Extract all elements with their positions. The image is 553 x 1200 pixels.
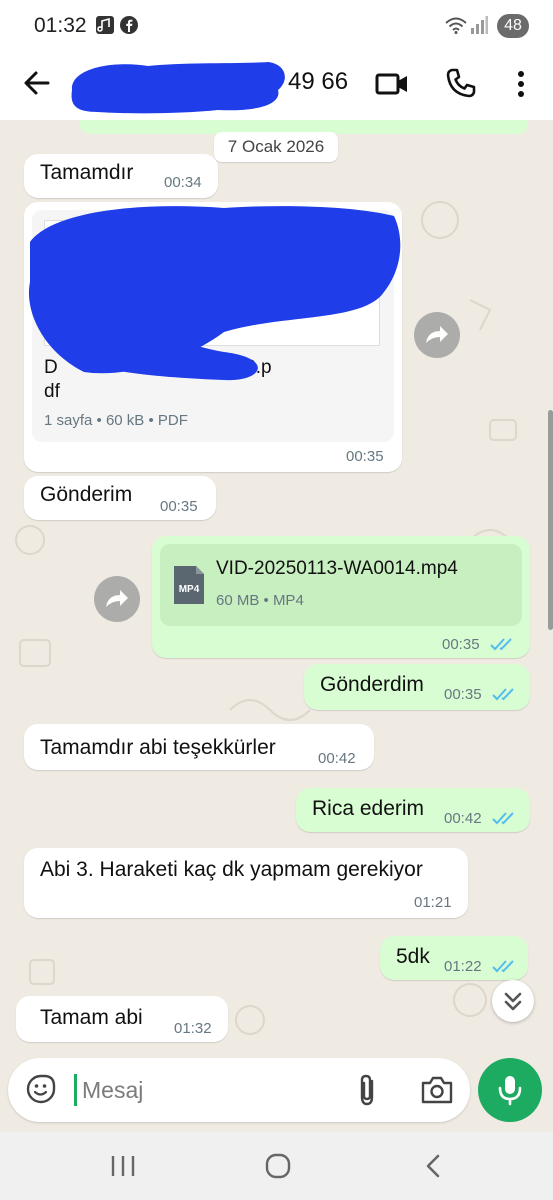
message-time: 00:35 xyxy=(346,448,384,465)
system-back-icon[interactable] xyxy=(420,1152,448,1180)
text-cursor xyxy=(74,1074,77,1106)
facebook-notification-icon xyxy=(120,16,138,34)
message-bubble-incoming[interactable]: Abi 3. Haraketi kaç dk yapmam gerekiyor … xyxy=(24,848,468,918)
chat-header: 49 66 xyxy=(0,52,553,120)
redaction-scribble xyxy=(28,206,401,381)
date-separator: 7 Ocak 2026 xyxy=(214,132,338,162)
document-message-bubble[interactable]: D8493828.p df 1 sayfa • 60 kB • PDF 00:3… xyxy=(24,202,402,472)
message-bubble-incoming[interactable]: Tamamdır 00:34 xyxy=(24,154,218,198)
message-text: Tamamdır xyxy=(40,161,134,184)
message-time: 00:42 xyxy=(444,810,482,827)
attachment-paperclip-icon[interactable] xyxy=(352,1072,382,1108)
back-arrow-icon[interactable] xyxy=(20,66,54,100)
contact-number[interactable]: 49 66 xyxy=(288,68,348,96)
document-meta: 1 sayfa • 60 kB • PDF xyxy=(44,412,188,429)
file-message-bubble[interactable]: MP4 VID-20250113-WA0014.mp4 60 MB • MP4 … xyxy=(152,536,530,658)
microphone-icon xyxy=(498,1076,522,1106)
read-ticks-icon xyxy=(492,688,514,701)
file-name: VID-20250113-WA0014.mp4 xyxy=(216,558,458,579)
message-text: Gönderim xyxy=(40,483,133,506)
message-text: Rica ederim xyxy=(312,797,425,820)
message-time: 00:35 xyxy=(444,686,482,703)
scrollbar-thumb[interactable] xyxy=(548,410,553,630)
wifi-icon xyxy=(445,17,467,34)
music-notification-icon xyxy=(96,16,114,34)
document-name-line2: df xyxy=(44,381,60,402)
message-time: 00:35 xyxy=(160,498,198,515)
forward-icon xyxy=(106,590,128,607)
message-bubble-incoming[interactable]: Tamam abi 01:32 xyxy=(16,996,228,1042)
message-text: Tamamdır abi teşekkürler xyxy=(40,736,276,759)
video-file-icon: MP4 xyxy=(174,566,204,604)
video-call-icon[interactable] xyxy=(374,66,410,102)
recent-apps-icon[interactable] xyxy=(108,1154,138,1178)
sticker-icon[interactable] xyxy=(26,1074,56,1104)
message-time: 01:22 xyxy=(444,958,482,975)
message-input[interactable] xyxy=(82,1070,332,1110)
forward-button[interactable] xyxy=(94,576,140,622)
read-ticks-icon xyxy=(490,638,512,651)
forward-icon xyxy=(426,326,448,343)
read-ticks-icon xyxy=(492,960,514,973)
message-time: 01:32 xyxy=(174,1020,212,1037)
message-text: 5dk xyxy=(396,945,430,968)
system-navigation-bar xyxy=(0,1132,553,1200)
double-chevron-down-icon xyxy=(504,992,522,1011)
message-text: Gönderdim xyxy=(320,673,424,696)
message-time: 01:21 xyxy=(414,894,452,911)
voice-message-button[interactable] xyxy=(478,1058,542,1122)
message-composer xyxy=(8,1058,470,1122)
message-bubble-outgoing[interactable]: Gönderdim 00:35 xyxy=(304,664,530,710)
more-options-icon[interactable] xyxy=(508,66,534,102)
home-icon[interactable] xyxy=(264,1152,292,1180)
message-bubble-outgoing[interactable]: Rica ederim 00:42 xyxy=(296,788,530,832)
signal-icon xyxy=(471,16,488,34)
scroll-to-bottom-button[interactable] xyxy=(492,980,534,1022)
status-time: 01:32 xyxy=(34,14,87,37)
read-ticks-icon xyxy=(492,812,514,825)
message-time: 00:35 xyxy=(442,636,480,653)
voice-call-icon[interactable] xyxy=(444,66,478,100)
camera-icon[interactable] xyxy=(420,1074,454,1106)
message-bubble-incoming[interactable]: Tamamdır abi teşekkürler 00:42 xyxy=(24,724,374,770)
message-bubble-incoming[interactable]: Gönderim 00:35 xyxy=(24,476,216,520)
file-type-label: MP4 xyxy=(179,584,200,595)
message-bubble-outgoing[interactable]: 5dk 01:22 xyxy=(380,936,528,980)
redacted-contact-name[interactable] xyxy=(68,60,288,114)
file-meta: 60 MB • MP4 xyxy=(216,592,304,609)
message-text: Tamam abi xyxy=(40,1006,143,1029)
message-time: 00:34 xyxy=(164,174,202,191)
message-time: 00:42 xyxy=(318,750,356,767)
forward-button[interactable] xyxy=(414,312,460,358)
status-bar: 01:32 48 xyxy=(0,0,553,52)
chat-area[interactable]: 7 Ocak 2026 Tamamdır 00:34 D8493828.p df… xyxy=(0,120,553,1060)
message-text: Abi 3. Haraketi kaç dk yapmam gerekiyor xyxy=(40,858,423,881)
battery-indicator: 48 xyxy=(497,14,529,38)
file-card[interactable]: MP4 VID-20250113-WA0014.mp4 60 MB • MP4 xyxy=(160,544,522,626)
